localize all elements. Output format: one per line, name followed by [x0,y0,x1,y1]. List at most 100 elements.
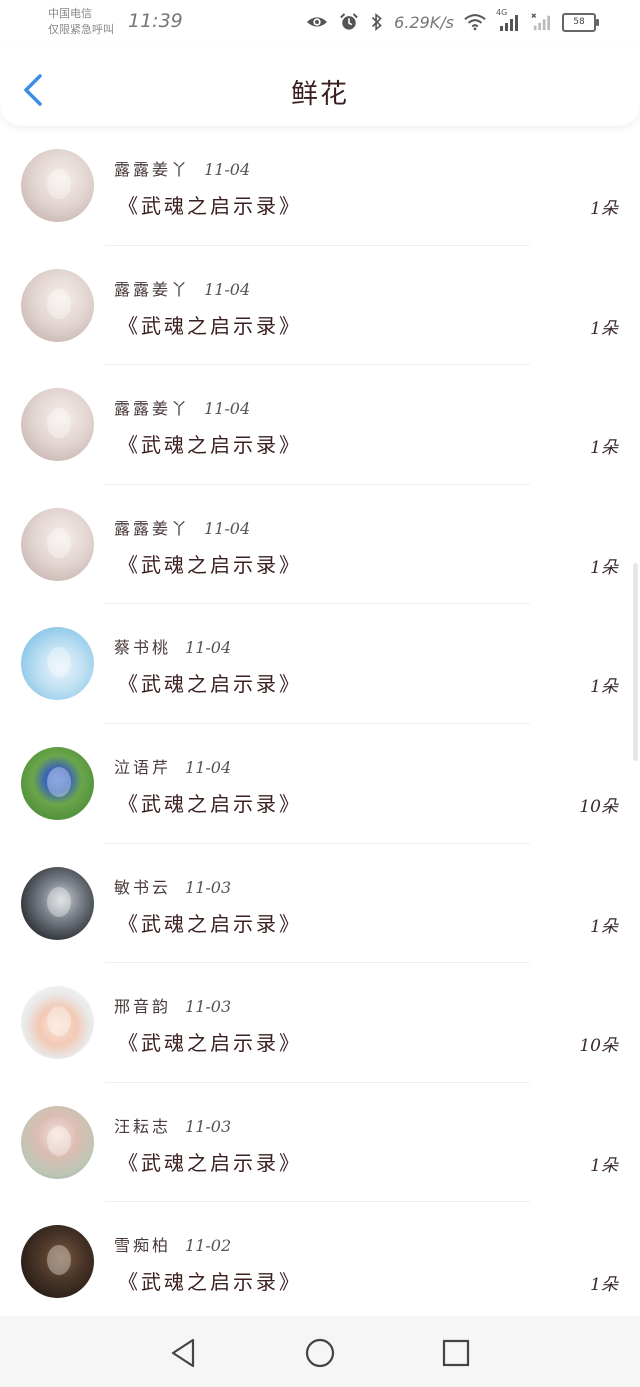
sender-name[interactable]: 露露姜丫 [114,280,190,299]
book-title[interactable]: 《武魂之启示录》 [118,1266,302,1295]
flower-count: 10朵 [579,1036,618,1057]
flower-count: 1朵 [590,199,618,219]
nav-home-button[interactable] [303,1336,337,1370]
avatar[interactable] [21,149,94,222]
flower-record-row[interactable]: 雪痴柏 11-02 《武魂之启示录》 1朵 [0,1202,640,1316]
sender-name[interactable]: 露露姜丫 [114,160,190,179]
flower-count: 1朵 [590,1155,618,1176]
avatar-image [47,766,71,797]
flower-count: 10朵 [579,796,618,817]
battery-icon: 58 [562,12,599,32]
avatar-image [47,1125,71,1156]
flower-record-list[interactable]: 露露姜丫 11-04 《武魂之启示录》 1朵 露露姜丫 11-04 《武魂之启示录》 1朵 露露… [0,126,640,1316]
avatar-image [47,1245,71,1276]
record-date: 11-03 [185,1116,232,1136]
avatar-image [47,527,71,558]
flower-count: 1朵 [590,438,618,459]
eye-icon [307,17,328,27]
sender-name[interactable]: 泣语芹 [114,758,171,777]
avatar-image [47,886,71,917]
book-title[interactable]: 《武魂之启示录》 [118,788,302,817]
sender-line: 蔡书桃 11-04 [114,634,231,658]
carrier-status: 仅限紧急呼叫 [48,23,114,36]
record-date: 11-04 [204,160,251,179]
sender-line: 汪耘志 11-03 [114,1113,231,1137]
sender-line: 露露姜丫 11-04 [114,395,250,419]
sender-name[interactable]: 露露姜丫 [114,399,190,418]
book-title[interactable]: 《武魂之启示录》 [118,668,302,697]
flower-count: 1朵 [590,916,618,937]
avatar[interactable] [21,1225,94,1299]
alarm-icon [340,13,358,30]
sender-name[interactable]: 汪耘志 [114,1117,171,1136]
status-icons: 6.29K/s 4G 58 [306,8,599,36]
flower-record-row[interactable]: 泣语芹 11-04 《武魂之启示录》 10朵 [0,724,640,844]
sender-name[interactable]: 邢音韵 [114,997,171,1016]
nav-back-icon [171,1338,195,1368]
scroll-indicator[interactable] [633,563,638,761]
status-time: 11:39 [128,10,183,32]
nav-home-icon [305,1338,335,1368]
sender-line: 泣语芹 11-04 [114,754,231,778]
sender-line: 雪痴柏 11-02 [114,1232,231,1256]
avatar[interactable] [21,1105,94,1179]
flower-record-row[interactable]: 敏书云 11-03 《武魂之启示录》 1朵 [0,844,640,964]
avatar[interactable] [21,986,94,1060]
avatar-image [47,647,71,678]
header: 鲜花 [0,44,640,126]
avatar[interactable] [21,746,94,820]
net-speed: 6.29K/s [394,12,454,32]
book-title[interactable]: 《武魂之启示录》 [118,429,302,458]
sender-line: 敏书云 11-03 [114,874,231,898]
flower-count: 1朵 [590,557,618,578]
flower-record-row[interactable]: 露露姜丫 11-04 《武魂之启示录》 1朵 [0,246,640,366]
avatar-image [47,1006,71,1037]
carrier-name: 中国电信 [48,7,92,20]
record-date: 11-04 [185,757,232,777]
sender-line: 邢音韵 11-03 [114,993,231,1017]
record-date: 11-02 [185,1236,232,1256]
sender-line: 露露姜丫 11-04 [114,276,250,300]
flower-count: 1朵 [590,1275,618,1296]
record-date: 11-03 [185,997,232,1017]
page-title: 鲜花 [291,79,349,110]
book-title[interactable]: 《武魂之启示录》 [118,190,302,219]
sender-name[interactable]: 敏书云 [114,878,171,897]
avatar[interactable] [21,268,94,342]
flower-record-row[interactable]: 邢音韵 11-03 《武魂之启示录》 10朵 [0,963,640,1083]
flower-record-row[interactable]: 蔡书桃 11-04 《武魂之启示录》 1朵 [0,604,640,724]
flower-record-row[interactable]: 露露姜丫 11-04 《武魂之启示录》 1朵 [0,126,640,246]
nav-back-button[interactable] [167,1336,201,1370]
avatar-image [47,169,71,199]
status-bar: 中国电信 仅限紧急呼叫 11:39 6.29K/s 4G 58 [0,0,640,44]
wifi-icon [464,14,486,31]
nav-recent-button[interactable] [439,1336,473,1370]
flower-record-row[interactable]: 露露姜丫 11-04 《武魂之启示录》 1朵 [0,365,640,485]
sender-name[interactable]: 雪痴柏 [114,1236,171,1255]
avatar-image [47,408,71,439]
avatar[interactable] [21,388,94,462]
avatar-image [47,288,71,319]
flower-count: 1朵 [590,318,618,339]
sender-line: 露露姜丫 11-04 [114,156,250,180]
avatar[interactable] [21,507,94,581]
record-date: 11-04 [185,638,232,658]
carrier-info: 中国电信 仅限紧急呼叫 [48,6,114,38]
record-date: 11-04 [204,399,251,419]
record-date: 11-04 [204,279,251,299]
avatar[interactable] [21,627,94,701]
sender-name[interactable]: 露露姜丫 [114,519,190,538]
book-title[interactable]: 《武魂之启示录》 [118,549,302,578]
bluetooth-icon [372,13,382,31]
flower-record-row[interactable]: 汪耘志 11-03 《武魂之启示录》 1朵 [0,1083,640,1203]
book-title[interactable]: 《武魂之启示录》 [118,908,302,937]
flower-count: 1朵 [590,677,618,698]
avatar[interactable] [21,866,94,940]
nav-recent-icon [442,1339,470,1367]
flower-record-row[interactable]: 露露姜丫 11-04 《武魂之启示录》 1朵 [0,485,640,605]
sender-name[interactable]: 蔡书桃 [114,638,171,657]
book-title[interactable]: 《武魂之启示录》 [118,310,302,339]
book-title[interactable]: 《武魂之启示录》 [118,1027,302,1056]
book-title[interactable]: 《武魂之启示录》 [118,1147,302,1176]
navigation-bar [0,1316,640,1387]
